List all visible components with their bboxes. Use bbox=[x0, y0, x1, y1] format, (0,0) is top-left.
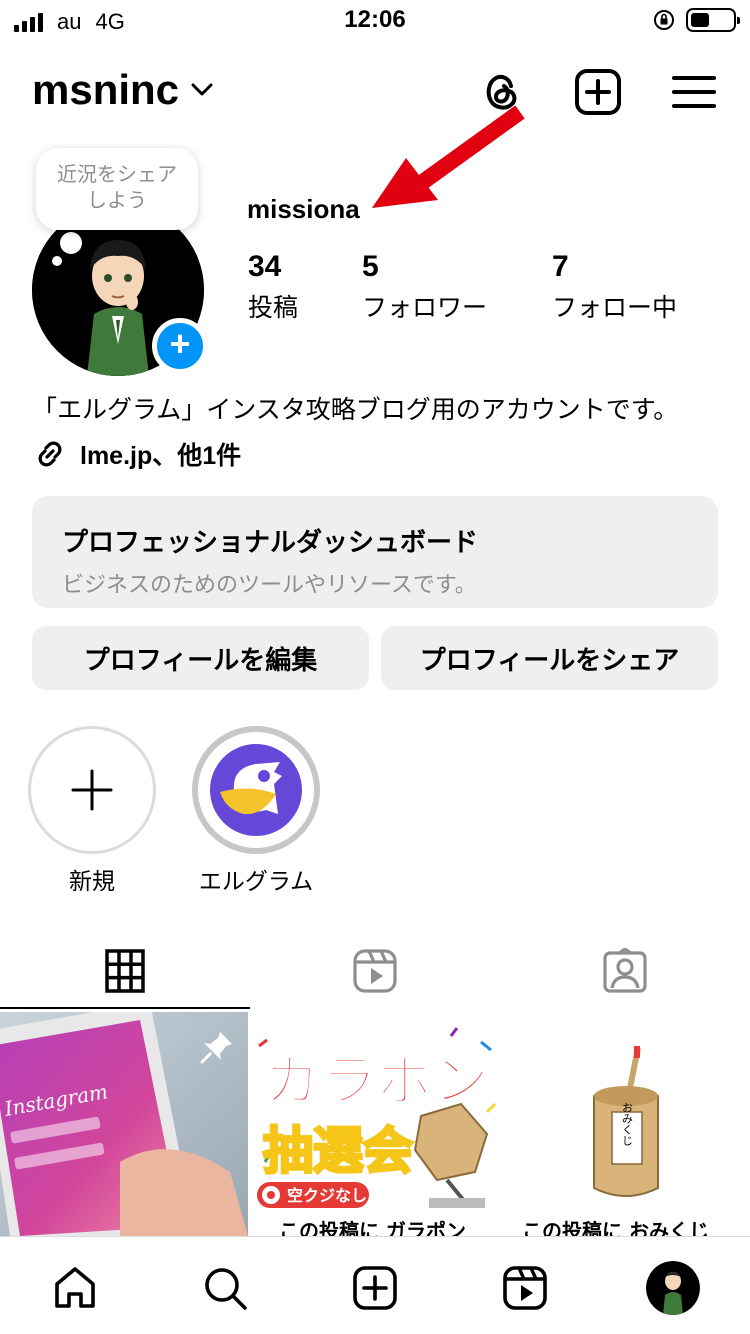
status-time: 12:06 bbox=[344, 6, 406, 33]
nav-search[interactable] bbox=[198, 1261, 252, 1315]
share-profile-button[interactable]: プロフィールをシェア bbox=[381, 626, 718, 690]
create-post-icon[interactable] bbox=[574, 68, 622, 116]
active-tab-indicator bbox=[0, 1007, 250, 1009]
tagged-person-icon bbox=[603, 948, 647, 993]
post-omikuji-caption: この投稿に おみくじ bbox=[522, 1219, 709, 1236]
dashboard-subtitle: ビジネスのためのツールやリソースです。 bbox=[62, 572, 477, 597]
post-garapon-badge: 空クジなし! bbox=[287, 1186, 374, 1205]
new-highlight-circle bbox=[28, 726, 156, 854]
profile-link-text: lme.jp、他1件 bbox=[80, 442, 242, 470]
stat-following[interactable]: 7 フォロー中 bbox=[552, 250, 677, 324]
nav-profile[interactable] bbox=[646, 1261, 700, 1315]
dashboard-title: プロフェッショナルダッシュボード bbox=[62, 527, 479, 557]
home-icon bbox=[55, 1267, 95, 1308]
stat-following-count: 7 bbox=[552, 250, 569, 283]
grid-icon bbox=[105, 949, 145, 993]
orientation-lock-icon bbox=[654, 10, 674, 30]
battery-icon bbox=[686, 8, 740, 32]
status-bar-right bbox=[652, 8, 740, 32]
pin-icon bbox=[200, 1032, 232, 1064]
reels-icon bbox=[353, 949, 397, 993]
highlight-new[interactable]: 新規 bbox=[28, 726, 156, 896]
post-omikuji-tag: おみくじ bbox=[621, 1102, 634, 1146]
profile-username: missiona bbox=[247, 194, 360, 224]
note-bubble-tail bbox=[60, 232, 82, 254]
post-thumbnail: ガラポン 抽選会 空クジなし! この投稿に ガラポン bbox=[251, 1012, 499, 1236]
stat-posts[interactable]: 34 投稿 bbox=[248, 250, 298, 324]
stat-followers[interactable]: 5 フォロワー bbox=[362, 250, 487, 324]
link-icon bbox=[38, 441, 62, 467]
post-tile-instagram[interactable]: Instagram bbox=[0, 1012, 248, 1236]
nav-create[interactable] bbox=[348, 1261, 402, 1315]
account-switcher[interactable]: msninc bbox=[32, 66, 213, 114]
stat-followers-count: 5 bbox=[362, 250, 379, 283]
tab-grid[interactable] bbox=[0, 932, 250, 1010]
post-thumbnail: おみくじ この投稿に おみくじ bbox=[502, 1012, 750, 1236]
create-post-icon bbox=[353, 1266, 397, 1310]
annotation-arrow-icon bbox=[372, 105, 525, 208]
highlight-elgram-ring bbox=[192, 726, 320, 854]
plus-icon bbox=[71, 769, 113, 811]
note-bubble-tail bbox=[52, 256, 62, 266]
stat-following-label: フォロー中 bbox=[552, 294, 678, 322]
profile-avatar-icon bbox=[646, 1261, 700, 1315]
note-bubble[interactable]: 近況をシェア しよう bbox=[36, 148, 198, 230]
nav-home[interactable] bbox=[48, 1261, 102, 1315]
elgram-logo-icon bbox=[206, 740, 306, 840]
stat-posts-count: 34 bbox=[248, 250, 282, 283]
highlight-new-label: 新規 bbox=[69, 868, 115, 894]
professional-dashboard[interactable]: プロフェッショナルダッシュボード ビジネスのためのツールやリソースです。 bbox=[32, 496, 718, 608]
bottom-navigation bbox=[0, 1236, 750, 1334]
post-garapon-title: ガラポン bbox=[265, 1049, 489, 1114]
reels-icon bbox=[503, 1266, 547, 1310]
profile-bio: 「エルグラム」インスタ攻略ブログ用のアカウントです。 bbox=[32, 396, 679, 424]
highlight-elgram-label: エルグラム bbox=[198, 868, 314, 894]
add-story-button[interactable]: + bbox=[152, 318, 208, 374]
post-garapon-subtitle: 抽選会 bbox=[263, 1122, 413, 1180]
tab-tagged[interactable] bbox=[500, 932, 750, 1010]
tab-reels[interactable] bbox=[250, 932, 500, 1010]
chevron-down-icon bbox=[191, 83, 213, 96]
stat-posts-label: 投稿 bbox=[248, 294, 299, 322]
profile-link[interactable]: lme.jp、他1件 bbox=[32, 436, 241, 472]
note-text-line2: しよう bbox=[87, 190, 147, 212]
highlight-elgram[interactable]: エルグラム bbox=[192, 726, 320, 896]
edit-profile-button[interactable]: プロフィールを編集 bbox=[32, 626, 369, 690]
note-text-line1: 近況をシェア bbox=[57, 164, 177, 186]
post-tile-omikuji[interactable]: おみくじ この投稿に おみくじ bbox=[502, 1012, 750, 1236]
account-name: msninc bbox=[32, 66, 180, 113]
search-icon bbox=[205, 1268, 247, 1310]
menu-icon[interactable] bbox=[670, 68, 718, 116]
post-tile-garapon[interactable]: ガラポン 抽選会 空クジなし! この投稿に ガラポン bbox=[251, 1012, 499, 1236]
post-garapon-caption: この投稿に ガラポン bbox=[279, 1219, 466, 1236]
stat-followers-label: フォロワー bbox=[362, 294, 488, 322]
nav-reels[interactable] bbox=[498, 1261, 552, 1315]
